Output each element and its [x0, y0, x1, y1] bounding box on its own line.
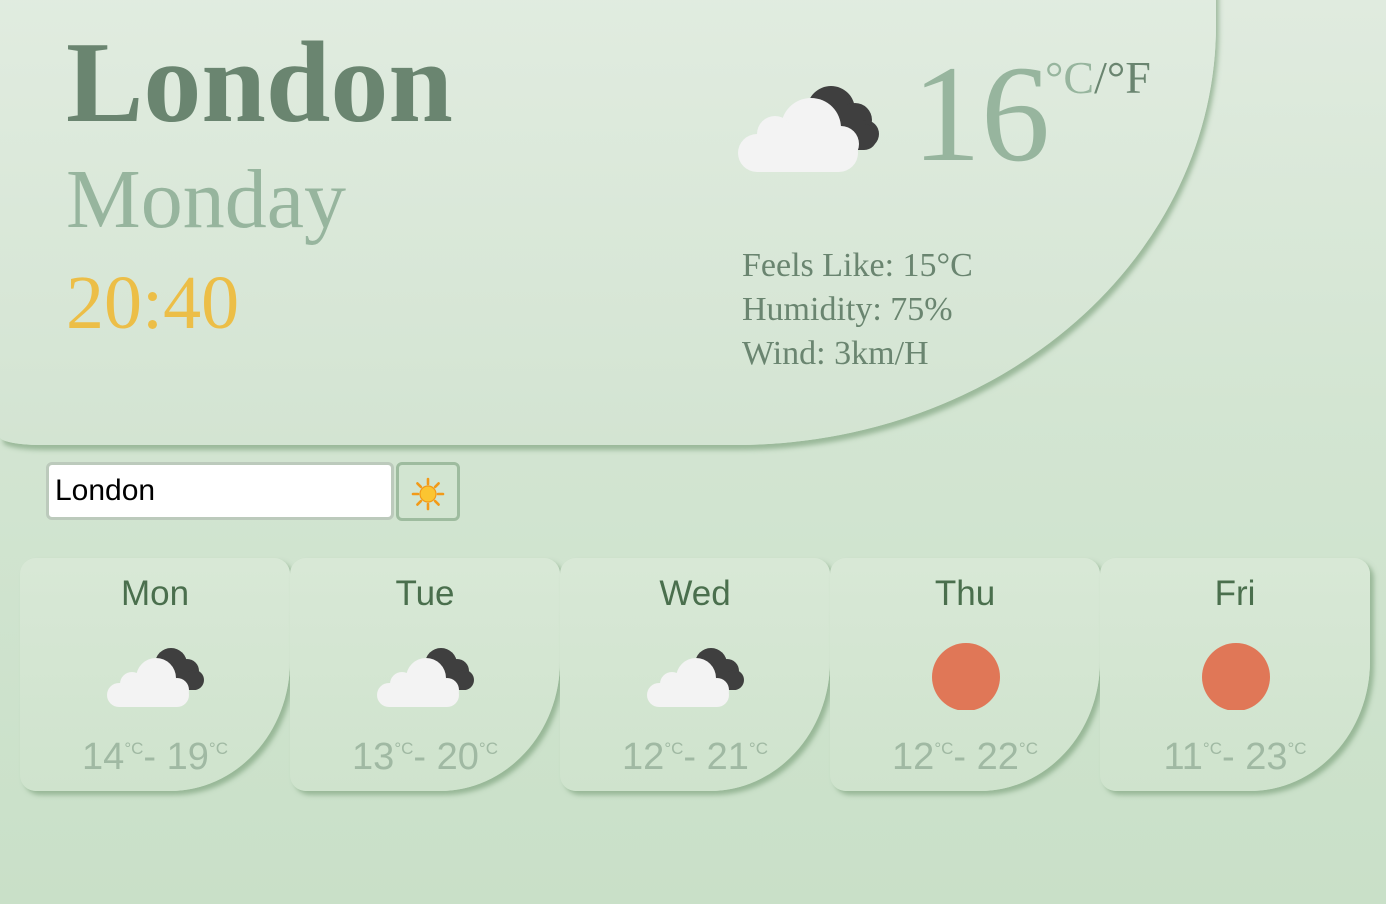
forecast-max: 19: [166, 736, 209, 778]
sun-icon: [411, 477, 445, 511]
unit-label: °C: [1202, 739, 1222, 758]
forecast-min: 11: [1163, 736, 1203, 778]
unit-label: °C: [208, 739, 228, 758]
unit-separator: /: [1094, 52, 1107, 103]
forecast-day: Fri: [1214, 574, 1256, 613]
unit-fahrenheit[interactable]: °F: [1107, 52, 1151, 103]
cloud-icon: [377, 648, 474, 707]
forecast-max: 20: [436, 736, 479, 778]
forecast-max: 21: [706, 736, 749, 778]
forecast-day: Tue: [395, 574, 455, 613]
range-dash: -: [143, 736, 167, 778]
current-weather-panel: London Monday 20:40 16 °C/°F Feels Like:…: [0, 0, 1216, 445]
unit-label: °C: [664, 739, 684, 758]
forecast-day: Thu: [934, 574, 996, 613]
weather-details: Feels Like: 15°C Humidity: 75% Wind: 3km…: [742, 244, 973, 376]
unit-label: °C: [394, 739, 414, 758]
range-dash: -: [1221, 736, 1246, 778]
forecast-min: 14: [82, 736, 125, 778]
forecast-temps: 12°C- 21°C: [560, 738, 830, 776]
forecast-temps: 13°C- 20°C: [290, 738, 560, 776]
sun-icon: [1202, 643, 1270, 710]
unit-celsius[interactable]: °C: [1045, 52, 1094, 103]
cloud-icon: [107, 648, 204, 707]
city-search-input[interactable]: [46, 462, 394, 520]
forecast-min: 12: [892, 736, 935, 778]
range-dash: -: [683, 736, 707, 778]
search-button[interactable]: [396, 462, 460, 521]
unit-toggle[interactable]: °C/°F: [1045, 55, 1151, 101]
unit-label: °C: [478, 739, 498, 758]
forecast-min: 13: [352, 736, 395, 778]
current-time: 20:40: [66, 261, 240, 345]
forecast-temps: 11°C- 23°C: [1100, 738, 1370, 776]
forecast-card: Mon 14°C- 19°C: [20, 558, 290, 791]
forecast-card: Thu 12°C- 22°C: [830, 558, 1100, 791]
forecast-day: Mon: [120, 574, 190, 613]
unit-label: °C: [1018, 739, 1038, 758]
forecast-min: 12: [622, 736, 665, 778]
feels-like: Feels Like: 15°C: [742, 247, 973, 284]
unit-label: °C: [124, 739, 144, 758]
cloud-icon: [647, 648, 744, 707]
forecast-max: 22: [976, 736, 1019, 778]
forecast-card: Wed 12°C- 21°C: [560, 558, 830, 791]
sun-icon: [932, 643, 1000, 710]
wind: Wind: 3km/H: [742, 335, 929, 372]
forecast-temps: 12°C- 22°C: [830, 738, 1100, 776]
cloud-icon: [738, 86, 879, 172]
forecast-day: Wed: [659, 574, 731, 613]
forecast-max: 23: [1245, 736, 1288, 778]
unit-label: °C: [934, 739, 954, 758]
humidity: Humidity: 75%: [742, 291, 953, 328]
forecast-card: Tue 13°C- 20°C: [290, 558, 560, 791]
current-temperature: 16: [912, 37, 1050, 190]
forecast-card: Fri 11°C- 23°C: [1100, 558, 1370, 791]
city-name: London: [66, 19, 453, 147]
range-dash: -: [953, 736, 977, 778]
unit-label: °C: [748, 739, 768, 758]
unit-label: °C: [1287, 739, 1307, 758]
current-day: Monday: [66, 153, 346, 246]
forecast-temps: 14°C- 19°C: [20, 738, 290, 776]
range-dash: -: [413, 736, 437, 778]
